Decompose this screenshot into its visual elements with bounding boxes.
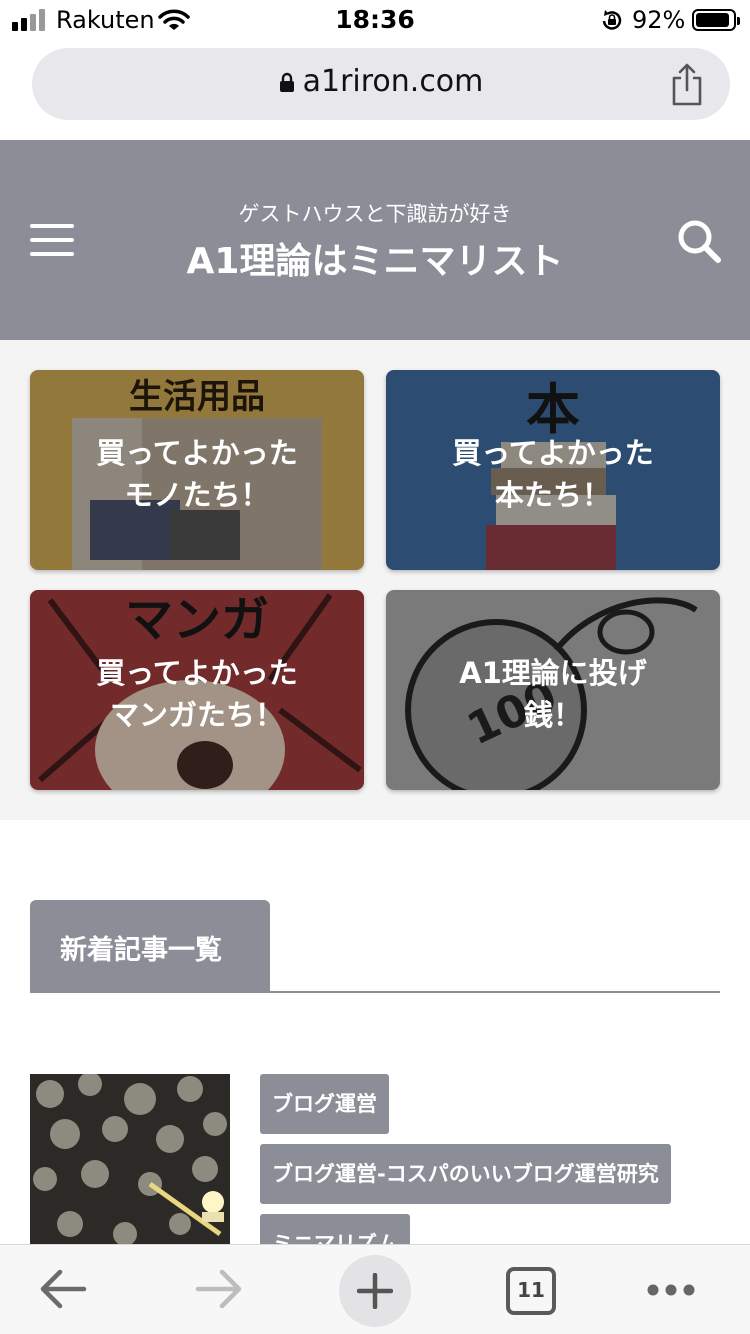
card-goods-label-line1: 買ってよかった: [96, 436, 298, 470]
url-display[interactable]: a1riron.com: [32, 64, 730, 99]
card-tip-label: A1理論に投げ 銭！: [386, 652, 720, 736]
share-icon[interactable]: [670, 62, 704, 106]
battery-percent: 92%: [632, 6, 686, 34]
site-tagline: ゲストハウスと下諏訪が好き: [238, 202, 512, 226]
featured-cards: 生活用品 買ってよかった モノたち！ 本 買ってよかった 本たち！ マンガ 買っ…: [0, 340, 750, 820]
card-manga-image-text: マンガ: [125, 592, 269, 648]
card-books[interactable]: 本 買ってよかった 本たち！: [386, 370, 720, 570]
forward-icon[interactable]: [194, 1267, 244, 1311]
address-bar[interactable]: a1riron.com: [32, 48, 730, 120]
card-books-label: 買ってよかった 本たち！: [386, 432, 720, 516]
card-tip-label-line2: 銭！: [523, 698, 582, 732]
section-title: 新着記事一覧: [60, 935, 222, 966]
more-icon[interactable]: [646, 1283, 696, 1297]
search-icon[interactable]: [676, 218, 722, 264]
section-heading: 新着記事一覧: [30, 900, 270, 992]
article-thumbnail[interactable]: [30, 1074, 230, 1264]
card-goods[interactable]: 生活用品 買ってよかった モノたち！: [30, 370, 364, 570]
article-tag-blog-research[interactable]: ブログ運営-コスパのいいブログ運営研究: [260, 1144, 671, 1204]
card-goods-image-text: 生活用品: [129, 377, 265, 417]
card-tip[interactable]: 100 A1理論に投げ 銭！: [386, 590, 720, 790]
site-header: ゲストハウスと下諏訪が好き A1理論はミニマリスト: [0, 140, 750, 340]
url-text: a1riron.com: [302, 64, 484, 99]
tab-count: 11: [517, 1278, 545, 1302]
card-books-label-line1: 買ってよかった: [452, 436, 654, 470]
new-tab-button[interactable]: [339, 1255, 411, 1327]
section-divider: [30, 991, 720, 993]
card-goods-label: 買ってよかった モノたち！: [30, 432, 364, 516]
card-manga-label: 買ってよかった マンガたち！: [30, 652, 364, 736]
browser-toolbar: 11: [0, 1244, 750, 1334]
article-tag-blog[interactable]: ブログ運営: [260, 1074, 389, 1134]
status-bar: Rakuten 18:36 92%: [0, 0, 750, 40]
card-manga-label-line1: 買ってよかった: [96, 656, 298, 690]
card-manga[interactable]: マンガ 買ってよかった マンガたち！: [30, 590, 364, 790]
card-goods-label-line2: モノたち！: [124, 478, 270, 512]
back-icon[interactable]: [38, 1267, 88, 1311]
battery-icon: [692, 9, 740, 31]
card-manga-label-line2: マンガたち！: [109, 698, 284, 732]
card-tip-label-line1: A1理論に投げ: [459, 656, 647, 690]
tabs-button[interactable]: 11: [506, 1267, 556, 1315]
new-tab-icon: [357, 1273, 393, 1309]
rotation-lock-icon: [602, 10, 622, 30]
site-title[interactable]: A1理論はミニマリスト: [0, 232, 750, 284]
lock-icon: [279, 65, 295, 92]
card-books-label-line2: 本たち！: [494, 478, 611, 512]
